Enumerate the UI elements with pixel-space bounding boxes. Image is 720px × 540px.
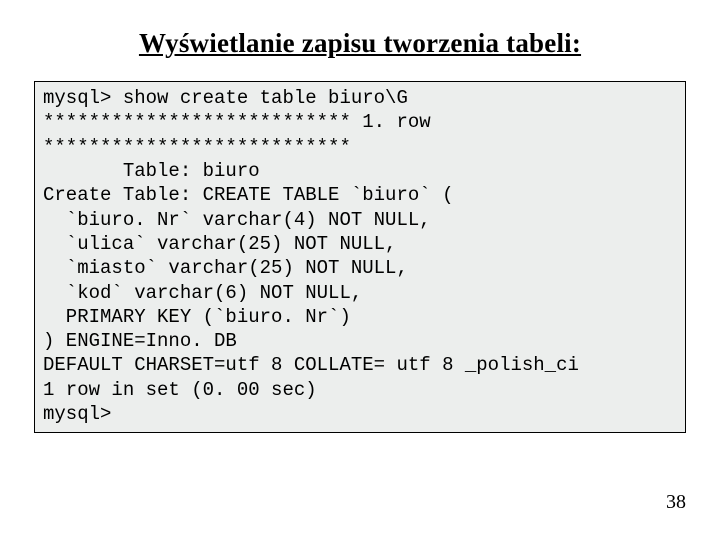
slide: Wyświetlanie zapisu tworzenia tabeli: my… — [0, 0, 720, 540]
code-line: mysql> — [43, 403, 111, 425]
code-line: DEFAULT CHARSET=utf 8 COLLATE= utf 8 _po… — [43, 354, 579, 376]
code-block: mysql> show create table biuro\G *******… — [34, 81, 686, 433]
code-line: `miasto` varchar(25) NOT NULL, — [43, 257, 408, 279]
code-line: `kod` varchar(6) NOT NULL, — [43, 282, 362, 304]
code-line: Table: biuro — [43, 160, 260, 182]
code-line: `ulica` varchar(25) NOT NULL, — [43, 233, 396, 255]
code-line: Create Table: CREATE TABLE `biuro` ( — [43, 184, 453, 206]
slide-title: Wyświetlanie zapisu tworzenia tabeli: — [34, 28, 686, 59]
code-line: PRIMARY KEY (`biuro. Nr`) — [43, 306, 351, 328]
code-line: *************************** 1. row — [43, 111, 431, 133]
code-line: *************************** — [43, 136, 351, 158]
code-line: mysql> show create table biuro\G — [43, 87, 408, 109]
code-line: `biuro. Nr` varchar(4) NOT NULL, — [43, 209, 431, 231]
code-line: 1 row in set (0. 00 sec) — [43, 379, 317, 401]
code-line: ) ENGINE=Inno. DB — [43, 330, 237, 352]
page-number: 38 — [666, 491, 686, 514]
